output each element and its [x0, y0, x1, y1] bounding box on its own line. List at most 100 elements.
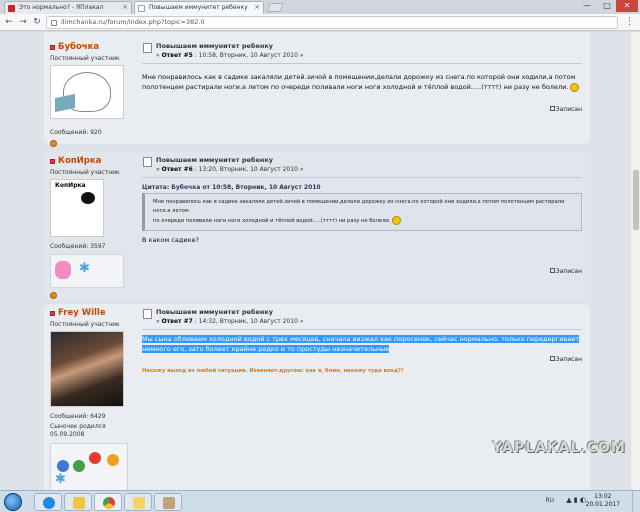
- app-icon: [133, 497, 145, 509]
- back-arrow-icon[interactable]: ←: [3, 17, 15, 28]
- taskbar-explorer[interactable]: [64, 493, 92, 511]
- snowflake-badge-icon: ✱: [55, 472, 66, 487]
- post-divider: [142, 63, 582, 64]
- post-body: В каком садике?: [142, 236, 199, 244]
- gift-badge-icon: [73, 460, 85, 472]
- post-document-icon: [143, 43, 152, 53]
- post-title[interactable]: Повышаем иммунитет ребенку: [156, 308, 582, 316]
- forward-arrow-icon[interactable]: →: [17, 17, 29, 28]
- internet-explorer-icon: [43, 497, 55, 509]
- selected-text: Мы сына обливаем холодной водой с трех м…: [142, 335, 580, 343]
- strawberry-badge-icon: [89, 452, 101, 464]
- post-body: Мне понравилось как в садике закаляли де…: [142, 72, 582, 92]
- user-status-icon: [50, 158, 55, 164]
- avatar: [50, 331, 124, 407]
- scroll-thumb[interactable]: [633, 170, 639, 230]
- url-text: ilimchanka.ru/forum/index.php?topic=382.…: [61, 18, 205, 26]
- clock[interactable]: 13:02 20.01.2017: [586, 493, 620, 509]
- answer-number[interactable]: Ответ #6: [162, 166, 193, 173]
- message-count: Сообщений: 3597: [50, 243, 106, 250]
- record-icon: [549, 356, 555, 361]
- user-badges: ✱: [50, 254, 124, 288]
- taskbar-app[interactable]: [124, 493, 152, 511]
- taskbar-editor[interactable]: [154, 493, 182, 511]
- post-meta: « Ответ #7 : 14:32, Вторник, 10 Август 2…: [156, 318, 304, 325]
- browser-menu-icon[interactable]: ⋮: [625, 17, 634, 27]
- close-tab-icon[interactable]: ×: [254, 3, 260, 11]
- user-badges: ✱: [50, 443, 128, 490]
- record-icon: [549, 268, 555, 273]
- close-tab-icon[interactable]: ×: [122, 3, 128, 11]
- record-link[interactable]: Записан: [549, 356, 582, 363]
- tab-label: Это нормально? - ЯПлакал: [19, 4, 104, 11]
- user-status-icon: [50, 44, 55, 50]
- gift-badge-icon: [57, 460, 69, 472]
- reload-icon[interactable]: ↻: [31, 17, 43, 28]
- poster-name[interactable]: Бубочка: [58, 42, 99, 52]
- poster-name[interactable]: Frey Wille: [58, 308, 106, 318]
- taskbar-ie[interactable]: [34, 493, 62, 511]
- clock-date: 20.01.2017: [585, 501, 620, 508]
- tray-icons[interactable]: ▲ ▮ ◐: [566, 496, 586, 504]
- post-meta: « Ответ #5 : 10:58, Вторник, 10 Август 2…: [156, 52, 304, 59]
- close-window-button[interactable]: ✕: [616, 0, 638, 12]
- start-button[interactable]: [4, 493, 22, 511]
- post-document-icon: [143, 309, 152, 319]
- post-title[interactable]: Повышаем иммунитет ребенку: [156, 42, 582, 50]
- forum-post: Frey Wille Постоянный участник Сообщений…: [44, 304, 590, 490]
- browser-tab-bar: Это нормально? - ЯПлакал × Повышаем имму…: [0, 0, 640, 14]
- tab-label: Повышаем иммунитет ребенку: [149, 4, 248, 11]
- avatar-spider: [81, 192, 95, 204]
- user-status-icon: [50, 310, 55, 316]
- chrome-icon: [103, 497, 115, 509]
- yaplakal-favicon-icon: [8, 5, 15, 12]
- record-link[interactable]: Записан: [549, 268, 582, 275]
- record-icon: [549, 106, 555, 111]
- browser-tab-2[interactable]: Повышаем иммунитет ребенку ×: [134, 1, 264, 14]
- answer-number[interactable]: Ответ #5: [162, 52, 193, 59]
- post-divider: [142, 177, 582, 178]
- new-tab-button[interactable]: [266, 3, 284, 12]
- show-desktop-button[interactable]: [632, 491, 640, 512]
- watermark: YAPLAKAL.COM: [492, 440, 626, 456]
- browser-tab-1[interactable]: Это нормально? - ЯПлакал ×: [4, 1, 132, 14]
- quote-header[interactable]: Цитата: Бубочка от 10:58, Вторник, 10 Ав…: [142, 184, 582, 191]
- maximize-button[interactable]: □: [598, 0, 616, 12]
- avatar-caption: КопИрка: [55, 182, 86, 189]
- poster-name[interactable]: КопИрка: [58, 156, 101, 166]
- post-meta: « Ответ #6 : 13:20, Вторник, 10 Август 2…: [156, 166, 304, 173]
- forum-post: КопИрка Постоянный участник КопИрка Сооб…: [44, 152, 590, 300]
- folder-icon: [73, 497, 85, 509]
- answer-number[interactable]: Ответ #7: [162, 318, 193, 325]
- post-divider: [142, 329, 582, 330]
- taskbar: RU ▲ ▮ ◐ 13:02 20.01.2017: [0, 490, 640, 512]
- page-info-icon[interactable]: [51, 20, 57, 26]
- post-body: Мы сына обливаем холодной водой с трех м…: [142, 334, 582, 354]
- quote-box: Мне понравилось как в садике закаляли де…: [142, 193, 582, 231]
- minimize-button[interactable]: —: [578, 0, 596, 12]
- page-favicon-icon: [138, 5, 145, 12]
- forum-page: Бубочка Постоянный участник Сообщений: 9…: [0, 32, 640, 490]
- user-note: Сыночек родился 05.09.2008: [50, 423, 106, 438]
- avatar: [50, 65, 124, 119]
- avatar: КопИрка: [50, 179, 104, 237]
- warning-icon[interactable]: [50, 292, 57, 299]
- smile-icon: [570, 82, 580, 92]
- post-document-icon: [143, 157, 152, 167]
- url-input[interactable]: ilimchanka.ru/forum/index.php?topic=382.…: [46, 16, 618, 29]
- selected-text: немного его, зато болеет крайне редко и …: [142, 345, 390, 353]
- poster-rank: Постоянный участник: [50, 169, 120, 176]
- post-title[interactable]: Повышаем иммунитет ребенку: [156, 156, 582, 164]
- smile-icon: [392, 216, 402, 225]
- snowflake-badge-icon: ✱: [79, 261, 90, 276]
- warning-icon[interactable]: [50, 140, 57, 147]
- language-indicator[interactable]: RU: [545, 497, 554, 504]
- record-link[interactable]: Записан: [549, 106, 582, 113]
- butterfly-badge-icon: [55, 261, 71, 279]
- message-count: Сообщений: 6429: [50, 413, 106, 420]
- clock-time: 13:02: [594, 493, 612, 500]
- poster-rank: Постоянный участник: [50, 321, 120, 328]
- page-scrollbar[interactable]: [630, 32, 640, 490]
- editor-icon: [163, 497, 175, 509]
- taskbar-chrome[interactable]: [94, 493, 122, 511]
